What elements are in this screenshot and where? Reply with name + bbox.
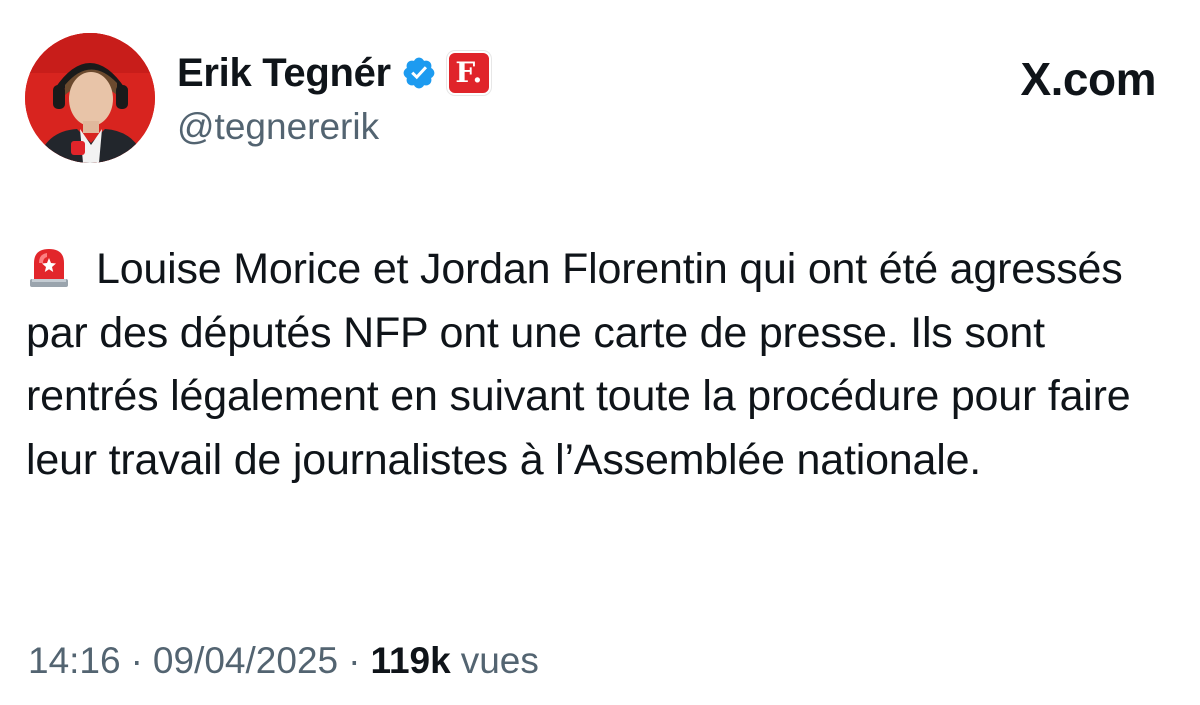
- meta-separator-2: ·: [348, 640, 361, 681]
- tweet-card: Erik Tegnér F. @tegnererik X.com Louise …: [0, 0, 1200, 705]
- verified-badge-icon: [401, 55, 437, 91]
- views-count[interactable]: 119k: [370, 640, 450, 682]
- author-handle[interactable]: @tegnererik: [177, 106, 379, 148]
- avatar[interactable]: [25, 33, 155, 163]
- tweet-meta: 14:16 · 09/04/2025 · 119k vues: [28, 640, 539, 682]
- tweet-text: Louise Morice et Jordan Florentin qui on…: [26, 245, 1131, 484]
- avatar-image: [25, 33, 155, 163]
- meta-separator: ·: [130, 640, 143, 681]
- rotating-light-icon: [26, 243, 72, 289]
- brand-logo: X.com: [1020, 53, 1156, 105]
- tweet-body: Louise Morice et Jordan Florentin qui on…: [26, 238, 1176, 492]
- views-label: vues: [460, 640, 539, 681]
- author-display-name[interactable]: Erik Tegnér: [177, 51, 391, 96]
- tweet-date[interactable]: 09/04/2025: [153, 640, 338, 682]
- author-name-row: Erik Tegnér F.: [177, 48, 491, 98]
- affiliate-badge-label: F.: [455, 56, 483, 89]
- affiliate-badge-icon[interactable]: F.: [446, 51, 491, 95]
- tweet-time[interactable]: 14:16: [28, 640, 121, 682]
